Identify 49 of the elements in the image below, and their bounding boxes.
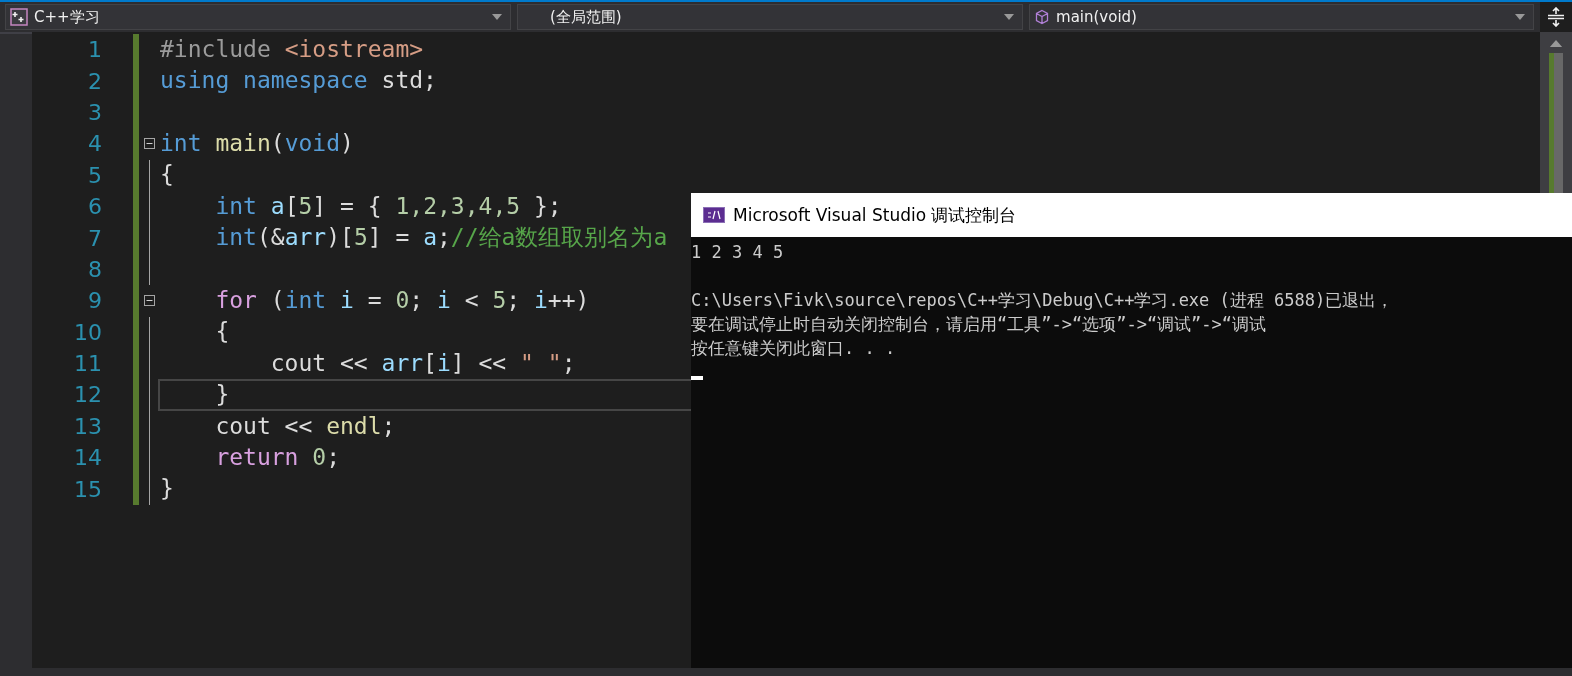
line-number: 12 bbox=[73, 382, 102, 408]
dropdown-arrow-icon bbox=[1004, 14, 1015, 20]
code-line: { bbox=[160, 161, 174, 190]
line-number: 14 bbox=[73, 445, 102, 471]
text-cursor bbox=[691, 376, 703, 380]
code-line: } bbox=[214, 381, 230, 409]
code-navigation-dropdown[interactable]: C++学习 bbox=[5, 4, 511, 30]
console-message: C:\Users\Fivk\source\repos\C++学习\Debug\C++学习.exe (进程 6588)已退出， bbox=[691, 289, 1395, 312]
collapse-icon[interactable] bbox=[144, 295, 155, 307]
code-navigation-dropdown[interactable]: (全局范围) bbox=[517, 4, 1024, 30]
code-line: } bbox=[160, 475, 174, 503]
line-number: 13 bbox=[73, 413, 102, 439]
console-message: 按任意键关闭此窗口. . . bbox=[691, 337, 897, 360]
line-number: 5 bbox=[87, 162, 102, 188]
line-number: 11 bbox=[73, 351, 102, 377]
dropdown-arrow-icon bbox=[1515, 14, 1526, 20]
line-number: 10 bbox=[73, 319, 102, 345]
code-line: { bbox=[214, 318, 230, 346]
split-window-button[interactable] bbox=[1540, 2, 1572, 32]
code-line: return 0; bbox=[214, 443, 341, 472]
console-output: 1 2 3 4 5 bbox=[691, 241, 785, 264]
vertical-scrollbar[interactable] bbox=[1540, 32, 1572, 193]
console-app-icon bbox=[703, 207, 725, 223]
line-number: 9 bbox=[87, 288, 102, 314]
code-line: int a[5] = { 1,2,3,4,5 }; bbox=[214, 192, 562, 221]
split-icon bbox=[1547, 7, 1566, 27]
code-line: using namespace std; bbox=[160, 67, 437, 95]
line-number: 3 bbox=[87, 99, 102, 125]
code-navigation-dropdown[interactable]: main(void) bbox=[1029, 4, 1535, 30]
code-line: cout << endl; bbox=[214, 412, 396, 441]
line-number: 4 bbox=[87, 131, 102, 157]
line-number: 2 bbox=[87, 68, 102, 94]
code-line: int main(void) bbox=[160, 130, 354, 158]
project-icon bbox=[10, 8, 28, 26]
line-number: 7 bbox=[87, 225, 102, 251]
code-line: int(&arr)[5] = a;//给a数组取别名为a bbox=[214, 224, 668, 252]
cube-icon bbox=[1034, 9, 1051, 25]
line-number: 8 bbox=[87, 256, 102, 282]
collapse-icon[interactable] bbox=[144, 138, 155, 150]
code-line: #include <iostream> bbox=[160, 35, 424, 64]
line-number: 6 bbox=[87, 194, 102, 220]
code-line: cout << arr[i] << " "; bbox=[269, 349, 576, 378]
line-number: 1 bbox=[87, 37, 102, 63]
scroll-up-icon[interactable] bbox=[1549, 40, 1563, 47]
window-title: Microsoft Visual Studio 调试控制台 bbox=[733, 203, 1017, 227]
code-line: for (int i = 0; i < 5; i++) bbox=[214, 287, 590, 315]
line-number: 15 bbox=[73, 476, 102, 502]
dropdown-arrow-icon bbox=[492, 14, 502, 20]
console-message: 要在调试停止时自动关闭控制台，请启用“工具”->“选项”->“调试”->“调试 bbox=[691, 313, 1268, 336]
